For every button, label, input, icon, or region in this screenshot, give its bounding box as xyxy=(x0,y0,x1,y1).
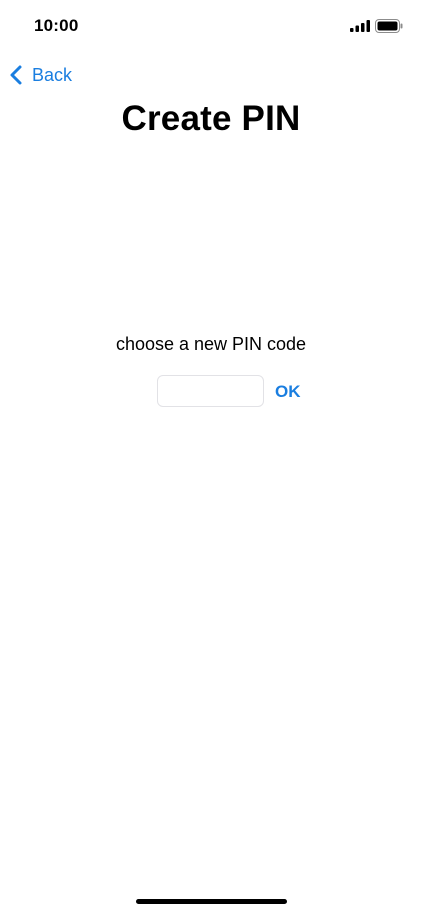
ok-button[interactable]: OK xyxy=(275,382,301,402)
home-indicator xyxy=(136,899,287,904)
cellular-signal-icon xyxy=(350,20,370,32)
back-label: Back xyxy=(32,64,73,85)
status-bar: 10:00 xyxy=(0,0,422,52)
status-time: 10:00 xyxy=(34,16,79,35)
chevron-left-icon xyxy=(10,65,22,85)
back-button[interactable]: Back xyxy=(8,60,72,90)
pin-input[interactable] xyxy=(157,375,264,407)
page-title: Create PIN xyxy=(121,99,301,138)
battery-full-icon xyxy=(375,19,403,33)
pin-prompt-text: choose a new PIN code xyxy=(115,334,307,354)
